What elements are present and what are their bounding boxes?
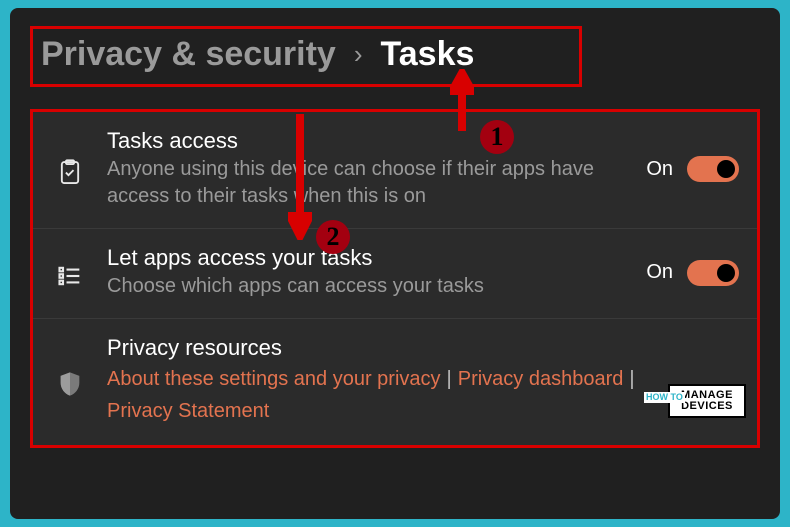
settings-page: Privacy & security › Tasks Tasks access …	[10, 8, 780, 519]
toggle-state-label: On	[646, 158, 673, 181]
toggle-state-label: On	[646, 261, 673, 284]
breadcrumb: Privacy & security › Tasks	[30, 26, 582, 87]
shield-icon	[51, 364, 89, 398]
separator: |	[441, 368, 458, 390]
row-body: Privacy resources About these settings a…	[107, 335, 739, 427]
row-privacy-resources: Privacy resources About these settings a…	[33, 319, 757, 445]
link-about-settings[interactable]: About these settings and your privacy	[107, 368, 441, 390]
row-tail: On	[646, 156, 739, 182]
row-tasks-access[interactable]: Tasks access Anyone using this device ca…	[33, 112, 757, 229]
row-body: Let apps access your tasks Choose which …	[107, 245, 628, 300]
row-title: Let apps access your tasks	[107, 245, 628, 271]
row-body: Tasks access Anyone using this device ca…	[107, 128, 628, 210]
tasks-access-toggle[interactable]	[687, 156, 739, 182]
list-icon	[51, 256, 89, 290]
row-subtitle: Choose which apps can access your tasks	[107, 273, 628, 300]
link-privacy-statement[interactable]: Privacy Statement	[107, 400, 269, 422]
settings-panel: Tasks access Anyone using this device ca…	[30, 109, 760, 448]
let-apps-toggle[interactable]	[687, 260, 739, 286]
resource-links: About these settings and your privacy|Pr…	[107, 363, 739, 427]
row-tail: On	[646, 260, 739, 286]
link-privacy-dashboard[interactable]: Privacy dashboard	[458, 368, 624, 390]
row-title: Tasks access	[107, 128, 628, 154]
row-let-apps-access[interactable]: Let apps access your tasks Choose which …	[33, 229, 757, 319]
row-subtitle: Anyone using this device can choose if t…	[107, 156, 628, 210]
separator: |	[623, 368, 640, 390]
breadcrumb-parent[interactable]: Privacy & security	[41, 35, 336, 74]
row-title: Privacy resources	[107, 335, 739, 361]
chevron-right-icon: ›	[354, 39, 363, 70]
clipboard-check-icon	[51, 152, 89, 186]
breadcrumb-current: Tasks	[381, 35, 475, 74]
